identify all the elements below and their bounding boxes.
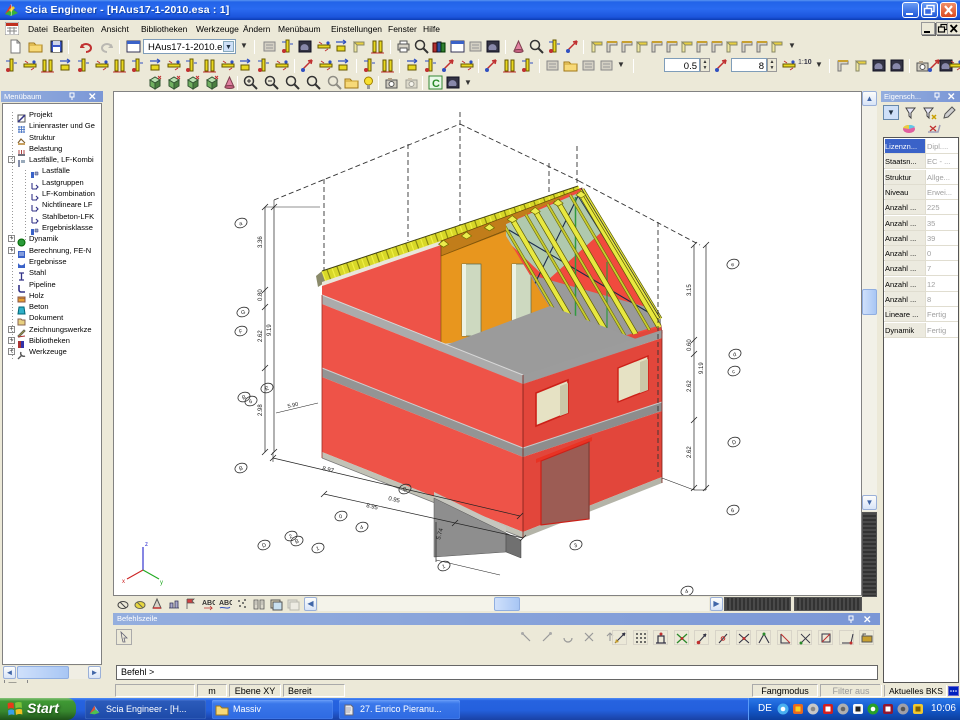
- svg-text:D: D: [261, 542, 267, 549]
- svg-text:3.15: 3.15: [687, 284, 693, 296]
- svg-text:8.97: 8.97: [322, 466, 335, 475]
- svg-text:9.19: 9.19: [267, 324, 273, 336]
- svg-text:1: 1: [315, 546, 320, 553]
- svg-text:ABC: ABC: [219, 600, 232, 607]
- svg-text:2.62: 2.62: [687, 446, 693, 458]
- svg-text:2.62: 2.62: [687, 380, 693, 392]
- svg-text:0.95: 0.95: [388, 496, 401, 505]
- svg-text:6: 6: [248, 399, 253, 406]
- svg-text:1: 1: [441, 564, 446, 571]
- svg-text:C: C: [432, 78, 440, 90]
- svg-text:0.80: 0.80: [258, 289, 264, 301]
- svg-text:a: a: [238, 220, 244, 227]
- svg-text:D: D: [731, 439, 737, 446]
- svg-text:c: c: [731, 369, 736, 376]
- svg-text:E: E: [264, 385, 270, 392]
- svg-text:3.36: 3.36: [258, 236, 264, 248]
- svg-text:d: d: [732, 352, 737, 359]
- svg-text:ABC: ABC: [202, 600, 215, 607]
- svg-text:4: 4: [359, 525, 364, 532]
- svg-text:9.19: 9.19: [699, 362, 705, 374]
- svg-text:G: G: [240, 309, 246, 316]
- svg-text:2: 2: [288, 534, 293, 541]
- svg-text:B: B: [238, 465, 244, 472]
- svg-text:z: z: [145, 542, 148, 548]
- svg-text:2.62: 2.62: [258, 330, 264, 342]
- svg-text:2.98: 2.98: [258, 404, 264, 416]
- svg-text:8.95: 8.95: [366, 503, 379, 512]
- svg-text:B: B: [241, 394, 247, 401]
- svg-text:0.60: 0.60: [687, 339, 693, 351]
- svg-text:3: 3: [573, 543, 578, 550]
- svg-text:5.90: 5.90: [287, 402, 299, 410]
- svg-text:6: 6: [730, 508, 735, 515]
- svg-text:4: 4: [684, 589, 689, 595]
- svg-text:e: e: [730, 262, 735, 269]
- svg-text:F: F: [238, 328, 244, 335]
- svg-text:0: 0: [338, 514, 343, 521]
- svg-text:B: B: [294, 538, 300, 545]
- svg-text:y: y: [160, 580, 163, 586]
- svg-text:x: x: [122, 579, 125, 585]
